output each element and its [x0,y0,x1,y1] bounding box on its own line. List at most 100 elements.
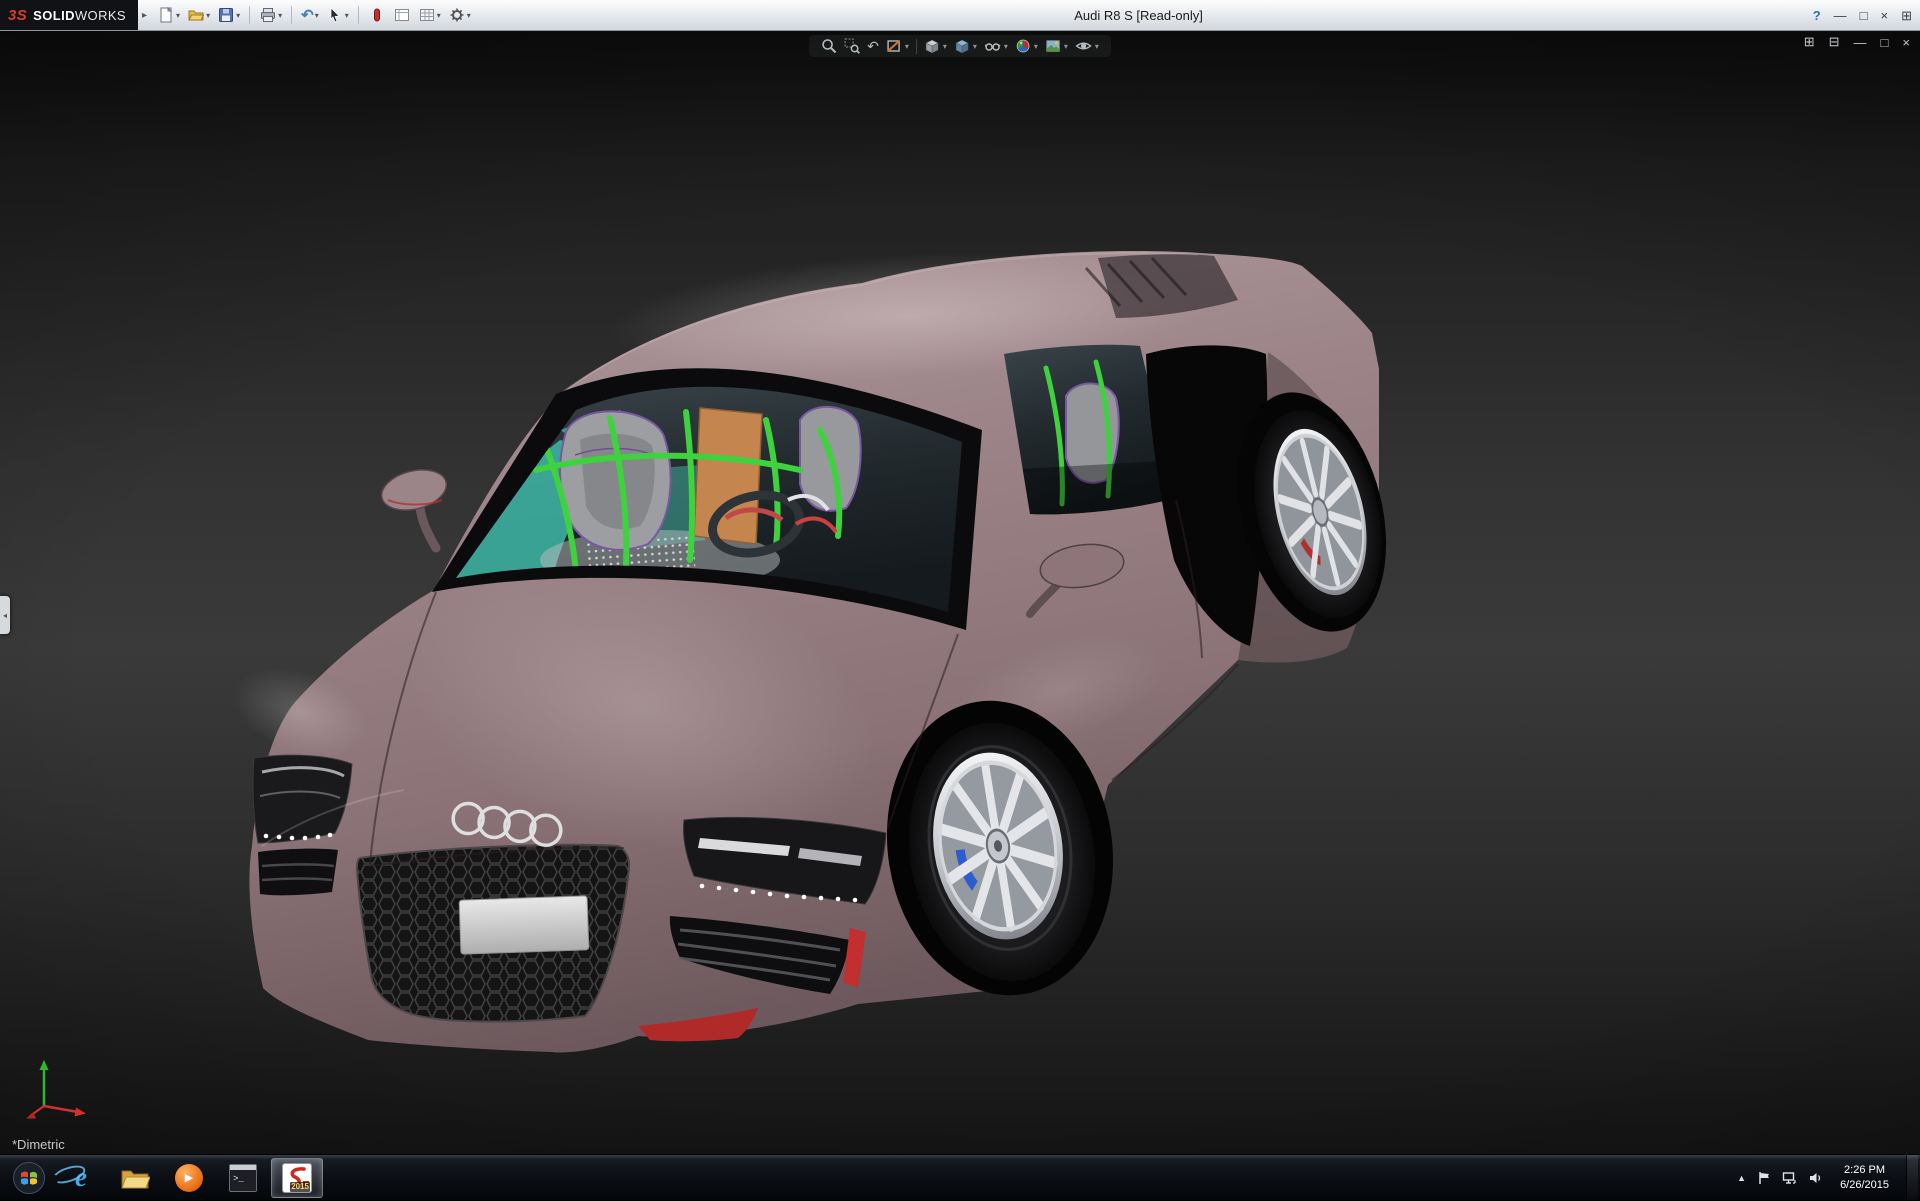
doc-restore-button[interactable]: □ [1881,35,1889,50]
audi-r8-model[interactable] [0,30,1920,1154]
cursor-icon [330,7,340,23]
zoom-to-fit-button[interactable] [821,38,837,54]
tile-vertical-button[interactable]: ⊟ [1829,34,1840,50]
taskbar-command-prompt[interactable]: >_ [217,1158,269,1198]
sheet-format-button[interactable] [391,4,413,26]
collapse-arrow-icon: ◂ [2,610,7,620]
table-button[interactable]: ▾ [416,4,443,26]
taskbar-file-explorer[interactable] [109,1158,161,1198]
dassault-logo-icon: 3S [8,6,28,24]
xpress-tools-button[interactable] [366,4,388,26]
heads-up-view-toolbar: ↶ ▾ ▾ ▾ ▾ ▾ ▾ ▾ [809,35,1111,57]
window-title: Audi R8 S [Read-only] [1074,7,1203,23]
dropdown-caret[interactable]: ▾ [278,11,282,20]
dropdown-caret[interactable]: ▾ [437,11,441,20]
solidworks-logo[interactable]: 3S SOLID WORKS [0,0,139,30]
previous-view-button[interactable]: ↶ [867,39,879,53]
action-center-flag-icon[interactable] [1757,1171,1771,1185]
dropdown-caret[interactable]: ▾ [1004,42,1008,51]
new-file-button[interactable]: ▾ [155,4,182,26]
car-model-group[interactable] [221,238,1410,1053]
media-player-icon: ▶ [175,1163,203,1192]
gear-icon [450,8,464,22]
prompt-glyph: >_ [233,1173,244,1184]
front-grille[interactable] [355,843,631,1023]
taskbar-solidworks[interactable]: 2015 [271,1157,323,1198]
section-view-button[interactable]: ▾ [886,38,909,54]
previous-view-icon: ↶ [867,38,879,54]
start-button[interactable] [5,1158,53,1198]
save-button[interactable]: ▾ [215,4,242,26]
maximize-button[interactable]: □ [1860,9,1868,22]
hide-show-items-button[interactable]: ▾ [984,38,1008,54]
show-hidden-icons-button[interactable]: ▲ [1737,1173,1746,1183]
eye-icon [1075,42,1092,50]
toolbar-separator [915,38,917,54]
headlight-left[interactable] [252,754,353,844]
open-folder-icon [188,10,205,21]
dropdown-caret[interactable]: ▾ [1034,42,1038,51]
dropdown-caret[interactable]: ▾ [905,42,909,51]
window-controls: ? — □ × ⊞ [1813,0,1912,30]
display-style-button[interactable]: ▾ [954,38,977,54]
help-button[interactable]: ? [1813,9,1821,22]
dropdown-caret[interactable]: ▾ [467,11,471,20]
tile-horizontal-button[interactable]: ⊞ [1804,34,1815,50]
intake-left[interactable] [258,848,338,896]
appearance-ball-icon [1016,39,1030,53]
solidworks-version-badge: 2015 [290,1181,310,1192]
view-orientation-button[interactable]: ▾ [924,38,947,54]
brand-solid: SOLID [33,7,75,23]
clock-time: 2:26 PM [1844,1163,1886,1176]
dropdown-caret[interactable]: ▾ [943,42,947,51]
reference-triad [26,1060,86,1119]
select-button[interactable]: ▾ [324,4,351,26]
dropdown-caret[interactable]: ▾ [315,11,319,20]
dropdown-caret[interactable]: ▾ [236,11,240,20]
dropdown-caret[interactable]: ▾ [176,11,180,20]
toolbar-separator [357,6,359,24]
license-plate [458,895,590,955]
brand-works: WORKS [74,7,127,23]
doc-minimize-button[interactable]: — [1854,35,1867,50]
dropdown-caret[interactable]: ▾ [1095,42,1099,51]
windows-taskbar: e ▶ >_ 2015 ▲ 2:26 PM 6/26/2015 [0,1154,1920,1201]
taskbar-internet-explorer[interactable]: e [50,1158,107,1198]
save-icon [219,8,234,22]
minimize-button[interactable]: — [1834,9,1847,22]
undo-button[interactable]: ↶ ▾ [299,6,321,25]
dropdown-caret[interactable]: ▾ [345,11,349,20]
folder-icon [121,1170,150,1188]
open-file-button[interactable]: ▾ [185,4,212,26]
close-button[interactable]: × [1881,9,1889,22]
apply-scene-button[interactable]: ▾ [1045,38,1068,54]
show-desktop-button[interactable] [1906,1154,1918,1201]
network-icon[interactable] [1782,1171,1797,1185]
table-icon [419,9,434,21]
edit-appearance-button[interactable]: ▾ [1015,38,1038,54]
mirror-left[interactable] [377,464,450,553]
play-icon: ▶ [184,1172,194,1184]
doc-close-button[interactable]: × [1902,35,1910,50]
sheet-icon [394,9,409,21]
system-tray: ▲ 2:26 PM 6/26/2015 [1737,1154,1920,1201]
view-settings-button[interactable]: ▾ [1075,38,1099,54]
magnifier-area-icon [844,38,861,54]
menu-flyout-arrow[interactable]: ▸ [142,10,147,21]
options-button[interactable]: ▾ [446,4,473,26]
taskbar-clock[interactable]: 2:26 PM 6/26/2015 [1834,1163,1895,1193]
print-button[interactable]: ▾ [257,4,284,26]
shaded-cube-icon [955,39,969,54]
dropdown-caret[interactable]: ▾ [1064,42,1068,51]
volume-icon[interactable] [1808,1171,1823,1185]
expand-panels-button[interactable]: ⊞ [1901,9,1912,22]
zoom-to-area-button[interactable] [844,38,861,54]
dropdown-caret[interactable]: ▾ [206,11,210,20]
taskbar-media-player[interactable]: ▶ [163,1158,215,1198]
red-capsule-icon [373,8,380,22]
feature-manager-collapse-tab[interactable]: ◂ [0,596,10,634]
view-orientation-label: *Dimetric [12,1137,65,1152]
magnifier-icon [822,39,837,54]
dropdown-caret[interactable]: ▾ [973,42,977,51]
graphics-area[interactable]: ↶ ▾ ▾ ▾ ▾ ▾ ▾ ▾ ⊞ ⊟ — □ × ◂ *Dimetric [0,30,1920,1154]
